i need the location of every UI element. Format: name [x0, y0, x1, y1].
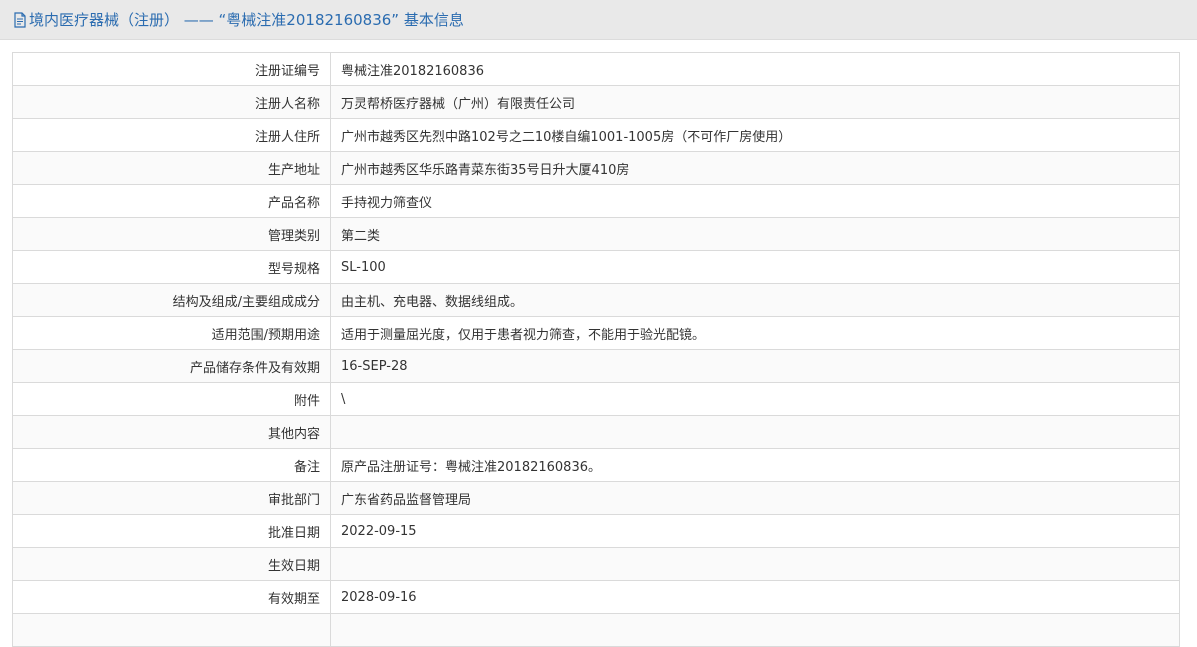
row-value: 2028-09-16 — [330, 580, 1180, 614]
row-value: 广东省药品监督管理局 — [330, 481, 1180, 515]
table-row: 注册证编号 粤械注准20182160836 — [12, 52, 1180, 86]
info-table-container: 注册证编号 粤械注准20182160836 注册人名称 万灵帮桥医疗器械（广州）有限责… — [12, 52, 1180, 647]
row-value — [330, 547, 1180, 581]
row-label: 审批部门 — [12, 481, 331, 515]
row-value: 万灵帮桥医疗器械（广州）有限责任公司 — [330, 85, 1180, 119]
table-row: 型号规格 SL-100 — [12, 250, 1180, 284]
row-value: 由主机、充电器、数据线组成。 — [330, 283, 1180, 317]
row-label: 注册证编号 — [12, 52, 331, 86]
table-row: 审批部门 广东省药品监督管理局 — [12, 481, 1180, 515]
page-title-bar: 境内医疗器械（注册） —— “粤械注准20182160836” 基本信息 — [0, 0, 1197, 40]
row-value: 第二类 — [330, 217, 1180, 251]
row-value — [330, 613, 1180, 647]
table-row: 产品名称 手持视力筛查仪 — [12, 184, 1180, 218]
row-label: 生效日期 — [12, 547, 331, 581]
row-value: \ — [330, 382, 1180, 416]
row-value: 适用于测量屈光度，仅用于患者视力筛查，不能用于验光配镜。 — [330, 316, 1180, 350]
table-row: 管理类别 第二类 — [12, 217, 1180, 251]
table-row: 备注 原产品注册证号：粤械注准20182160836。 — [12, 448, 1180, 482]
row-label: 有效期至 — [12, 580, 331, 614]
row-value: 16-SEP-28 — [330, 349, 1180, 383]
table-row: 生效日期 — [12, 547, 1180, 581]
row-label: 管理类别 — [12, 217, 331, 251]
row-label: 附件 — [12, 382, 331, 416]
row-value: 原产品注册证号：粤械注准20182160836。 — [330, 448, 1180, 482]
table-row: 产品储存条件及有效期 16-SEP-28 — [12, 349, 1180, 383]
row-label: 生产地址 — [12, 151, 331, 185]
document-icon — [14, 11, 26, 28]
row-value: 广州市越秀区先烈中路102号之二10楼自编1001-1005房（不可作厂房使用） — [330, 118, 1180, 152]
row-label: 产品储存条件及有效期 — [12, 349, 331, 383]
row-value: 手持视力筛查仪 — [330, 184, 1180, 218]
table-row: 注册人名称 万灵帮桥医疗器械（广州）有限责任公司 — [12, 85, 1180, 119]
row-label: 适用范围/预期用途 — [12, 316, 331, 350]
table-row: 注册人住所 广州市越秀区先烈中路102号之二10楼自编1001-1005房（不可作… — [12, 118, 1180, 152]
row-label: 批准日期 — [12, 514, 331, 548]
page-title: 境内医疗器械（注册） —— “粤械注准20182160836” 基本信息 — [29, 11, 464, 29]
row-value — [330, 415, 1180, 449]
row-label: 型号规格 — [12, 250, 331, 284]
info-table: 注册证编号 粤械注准20182160836 注册人名称 万灵帮桥医疗器械（广州）有限责… — [12, 52, 1180, 647]
table-row: 生产地址 广州市越秀区华乐路青菜东街35号日升大厦410房 — [12, 151, 1180, 185]
row-value: 广州市越秀区华乐路青菜东街35号日升大厦410房 — [330, 151, 1180, 185]
table-row: 其他内容 — [12, 415, 1180, 449]
table-row: 批准日期 2022-09-15 — [12, 514, 1180, 548]
row-value: 粤械注准20182160836 — [330, 52, 1180, 86]
table-row: 结构及组成/主要组成成分 由主机、充电器、数据线组成。 — [12, 283, 1180, 317]
row-label: 注册人名称 — [12, 85, 331, 119]
row-label: 注册人住所 — [12, 118, 331, 152]
row-label: 结构及组成/主要组成成分 — [12, 283, 331, 317]
table-row: 附件 \ — [12, 382, 1180, 416]
row-value: SL-100 — [330, 250, 1180, 284]
table-row: 有效期至 2028-09-16 — [12, 580, 1180, 614]
table-row — [12, 613, 1180, 647]
table-row: 适用范围/预期用途 适用于测量屈光度，仅用于患者视力筛查，不能用于验光配镜。 — [12, 316, 1180, 350]
row-label: 产品名称 — [12, 184, 331, 218]
row-label: 备注 — [12, 448, 331, 482]
row-label — [12, 613, 331, 647]
row-value: 2022-09-15 — [330, 514, 1180, 548]
row-label: 其他内容 — [12, 415, 331, 449]
